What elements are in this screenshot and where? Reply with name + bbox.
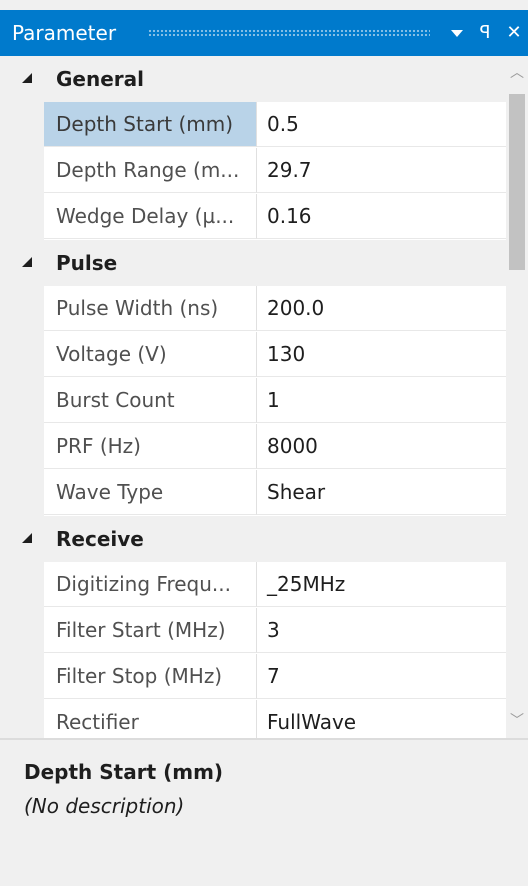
- property-value[interactable]: 0.16: [257, 194, 506, 239]
- close-button[interactable]: ✕: [500, 10, 528, 56]
- collapse-arrow-icon[interactable]: [22, 257, 32, 267]
- property-name[interactable]: Filter Stop (MHz): [44, 654, 257, 699]
- property-value[interactable]: _25MHz: [257, 562, 506, 607]
- title-grip: [148, 29, 430, 36]
- property-row[interactable]: Depth Start (mm) 0.5: [0, 102, 506, 148]
- description-text: (No description): [24, 794, 185, 818]
- property-name[interactable]: Depth Range (m...: [44, 148, 257, 193]
- property-name[interactable]: PRF (Hz): [44, 424, 257, 469]
- property-row[interactable]: Digitizing Frequ... _25MHz: [0, 562, 506, 608]
- property-value[interactable]: 29.7: [257, 148, 506, 193]
- panel-title-bar[interactable]: Parameter ꟼ ✕: [0, 10, 528, 56]
- scroll-up-icon[interactable]: ︿: [506, 58, 528, 88]
- property-value[interactable]: 200.0: [257, 286, 506, 331]
- window-position-dropdown[interactable]: [444, 10, 470, 56]
- property-value[interactable]: 3: [257, 608, 506, 653]
- property-name[interactable]: Depth Start (mm): [44, 102, 257, 147]
- property-name[interactable]: Wave Type: [44, 470, 257, 515]
- property-value[interactable]: Shear: [257, 470, 506, 515]
- category-label: Receive: [56, 527, 144, 551]
- property-grid: General Depth Start (mm) 0.5 Depth Range…: [0, 56, 506, 738]
- pin-icon: ꟼ: [479, 22, 491, 43]
- close-icon: ✕: [506, 22, 522, 43]
- category-label: Pulse: [56, 251, 118, 275]
- property-value[interactable]: 1: [257, 378, 506, 423]
- category-pulse[interactable]: Pulse: [0, 240, 506, 286]
- scrollbar-thumb[interactable]: [509, 94, 525, 270]
- property-row[interactable]: Burst Count 1: [0, 378, 506, 424]
- collapse-arrow-icon[interactable]: [22, 73, 32, 83]
- property-name[interactable]: Voltage (V): [44, 332, 257, 377]
- category-general[interactable]: General: [0, 56, 506, 102]
- property-row[interactable]: Filter Start (MHz) 3: [0, 608, 506, 654]
- collapse-arrow-icon[interactable]: [22, 533, 32, 543]
- property-row[interactable]: Filter Stop (MHz) 7: [0, 654, 506, 700]
- property-name[interactable]: Rectifier: [44, 700, 257, 738]
- property-value[interactable]: FullWave: [257, 700, 506, 738]
- parameter-panel: Parameter ꟼ ✕ General Depth Start (mm) 0…: [0, 0, 528, 886]
- scroll-down-icon[interactable]: ﹀: [506, 706, 528, 736]
- property-row[interactable]: Wedge Delay (µ... 0.16: [0, 194, 506, 240]
- property-row[interactable]: Pulse Width (ns) 200.0: [0, 286, 506, 332]
- property-value[interactable]: 130: [257, 332, 506, 377]
- description-title: Depth Start (mm): [24, 760, 224, 784]
- pin-button[interactable]: ꟼ: [472, 10, 498, 56]
- category-label: General: [56, 67, 144, 91]
- property-name[interactable]: Pulse Width (ns): [44, 286, 257, 331]
- property-row[interactable]: Wave Type Shear: [0, 470, 506, 516]
- panel-title: Parameter: [12, 21, 117, 45]
- property-row[interactable]: PRF (Hz) 8000: [0, 424, 506, 470]
- property-value[interactable]: 7: [257, 654, 506, 699]
- property-row[interactable]: Depth Range (m... 29.7: [0, 148, 506, 194]
- property-value[interactable]: 8000: [257, 424, 506, 469]
- chevron-down-icon: [451, 29, 463, 37]
- property-row[interactable]: Voltage (V) 130: [0, 332, 506, 378]
- property-name[interactable]: Burst Count: [44, 378, 257, 423]
- property-name[interactable]: Digitizing Frequ...: [44, 562, 257, 607]
- property-row[interactable]: Rectifier FullWave: [0, 700, 506, 738]
- description-pane: Depth Start (mm) (No description): [0, 740, 528, 886]
- vertical-scrollbar[interactable]: ︿ ﹀: [506, 56, 528, 738]
- property-name[interactable]: Wedge Delay (µ...: [44, 194, 257, 239]
- property-value[interactable]: 0.5: [257, 102, 506, 147]
- property-name[interactable]: Filter Start (MHz): [44, 608, 257, 653]
- category-receive[interactable]: Receive: [0, 516, 506, 562]
